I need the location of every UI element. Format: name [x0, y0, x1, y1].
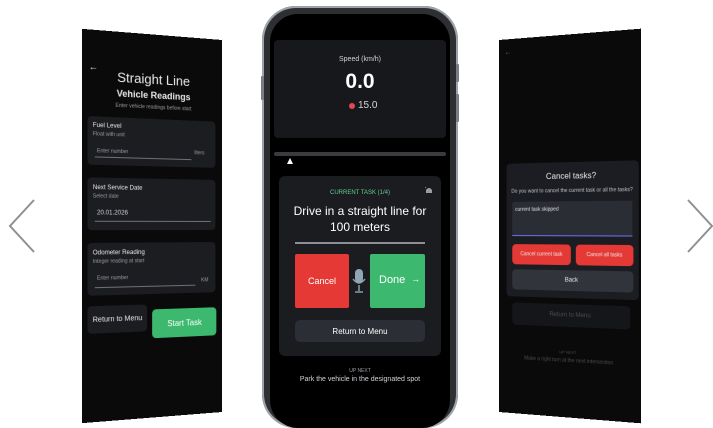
chevron-right-icon — [687, 199, 713, 253]
chevron-left-icon — [8, 199, 35, 253]
previous-slide-button[interactable] — [6, 196, 40, 256]
input-underline — [512, 235, 633, 237]
fuel-level-input[interactable]: Enter number — [97, 148, 128, 155]
back-arrow-icon[interactable]: ← — [505, 49, 512, 57]
phone-side-button — [456, 94, 459, 122]
vehicle-readings-screen: ← Straight Line Vehicle Readings Enter v… — [82, 28, 222, 424]
fuel-level-label: Fuel Level — [92, 122, 122, 131]
next-slide-button[interactable] — [682, 196, 713, 256]
progress-track — [274, 152, 446, 156]
up-next-label: UP NEXT — [349, 368, 371, 374]
reason-input-value: current task skipped — [515, 206, 559, 213]
odometer-input[interactable]: Enter number — [97, 275, 128, 282]
microphone-icon[interactable] — [351, 268, 367, 294]
fuel-level-card: Fuel Level Float with unit Enter number … — [87, 116, 216, 168]
start-task-button[interactable]: Start Task — [152, 307, 217, 339]
cancel-task-button[interactable]: Cancel — [295, 254, 349, 308]
task-screen: ← Speed (km/h) 0.0 15.0 CURRENT TASK (1/… — [270, 14, 450, 428]
speed-card: Speed (km/h) 0.0 15.0 — [274, 40, 446, 138]
speed-label: Speed (km/h) — [338, 56, 382, 63]
siren-icon — [425, 186, 432, 193]
fuel-input-underline — [94, 156, 192, 161]
service-date-card: Next Service Date Select date 20.01.2026 — [87, 177, 216, 231]
odometer-hint: Integer reading at start — [92, 258, 145, 266]
return-to-menu-button[interactable]: Return to Menu — [87, 304, 148, 334]
done-button-label: Done — [379, 274, 406, 286]
up-next-text: Park the vehicle in the designated spot — [299, 376, 421, 383]
progress-marker-icon — [287, 158, 293, 164]
target-speed-dot — [349, 103, 355, 109]
speed-value: 0.0 — [345, 70, 375, 93]
odometer-card: Odometer Reading Integer reading at star… — [87, 242, 216, 296]
dialog-question: Do you want to cancel the current task o… — [511, 186, 633, 195]
odometer-input-underline — [94, 284, 196, 289]
service-date-underline — [94, 220, 211, 222]
target-speed-value: 15.0 — [358, 100, 378, 111]
reason-input[interactable]: current task skipped — [512, 200, 633, 237]
task-header: CURRENT TASK (1/4) — [329, 190, 390, 196]
dialog-title: Cancel tasks? — [545, 170, 597, 182]
fuel-level-hint: Float with unit — [92, 131, 125, 139]
task-text: Drive in a straight line for 100 meters — [293, 204, 427, 234]
phone-side-button — [261, 76, 264, 100]
return-to-menu-button[interactable]: Return to Menu — [295, 320, 425, 342]
back-button[interactable]: Back — [512, 269, 634, 293]
arrow-right-icon: → — [411, 274, 420, 284]
right-screen: ← Return to Menu UP NEXT Make a right tu… — [499, 28, 641, 424]
cancel-tasks-screen: ← Return to Menu UP NEXT Make a right tu… — [499, 28, 641, 424]
return-to-menu-button-bg: Return to Menu — [512, 302, 631, 330]
left-screen: ← Straight Line Vehicle Readings Enter v… — [82, 28, 222, 424]
cancel-all-tasks-button[interactable]: Cancel all tasks — [575, 244, 634, 267]
service-date-label: Next Service Date — [92, 184, 143, 192]
odometer-label: Odometer Reading — [92, 249, 145, 257]
service-date-hint: Select date — [92, 193, 119, 200]
phone-side-button — [456, 64, 459, 82]
cancel-current-task-button[interactable]: Cancel current task — [512, 244, 571, 266]
task-divider — [295, 242, 425, 244]
current-task-card: CURRENT TASK (1/4) Drive in a straight l… — [279, 176, 441, 356]
phone-frame: ← Speed (km/h) 0.0 15.0 CURRENT TASK (1/… — [261, 6, 459, 428]
fuel-unit-label: liters — [194, 150, 205, 157]
odometer-unit-label: KM — [201, 277, 209, 284]
cancel-tasks-dialog: Cancel tasks? Do you want to cancel the … — [506, 160, 639, 301]
done-button[interactable]: Done → — [370, 254, 425, 308]
service-date-input[interactable]: 20.01.2026 — [97, 210, 128, 216]
